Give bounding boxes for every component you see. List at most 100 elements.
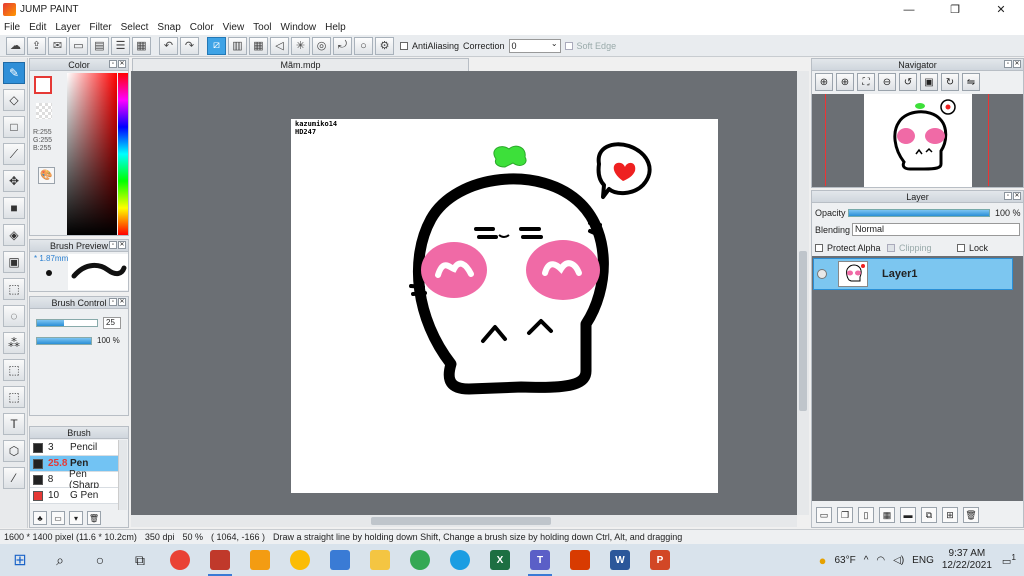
clipping-checkbox[interactable] — [887, 244, 895, 252]
grid-icon[interactable]: ▦ — [132, 36, 151, 55]
duplicate-layer-icon[interactable]: ❐ — [837, 507, 853, 523]
rotate-left-icon[interactable]: ↺ — [899, 73, 917, 91]
layer-row[interactable]: Layer1 — [813, 258, 1013, 290]
pen-tool-icon[interactable]: ✎ — [3, 62, 25, 84]
move-tool-icon[interactable]: ✥ — [3, 170, 25, 192]
merge-layer-icon[interactable]: ⊞ — [942, 507, 958, 523]
volume-icon[interactable]: ◁) — [893, 555, 904, 566]
select-eraser-tool-icon[interactable]: ⬚ — [3, 386, 25, 408]
delete-brush-icon[interactable]: 🗑 — [87, 511, 101, 525]
clock[interactable]: 9:37 AM 12/22/2021 — [942, 548, 992, 572]
select-rect-tool-icon[interactable]: ⬚ — [3, 278, 25, 300]
comment-icon[interactable]: ✉ — [48, 36, 67, 55]
select-pen-tool-icon[interactable]: ⬚ — [3, 359, 25, 381]
lock-checkbox[interactable] — [957, 244, 965, 252]
antialiasing-checkbox[interactable] — [400, 41, 408, 50]
actual-size-icon[interactable]: ▣ — [920, 73, 938, 91]
teams-icon[interactable]: T — [520, 544, 560, 576]
snap-grid-icon[interactable]: ▦ — [249, 36, 268, 55]
brush-item-pen-sharp[interactable]: 8 Pen (Sharp — [30, 469, 118, 491]
text-tool-icon[interactable]: T — [3, 413, 25, 435]
chrome-icon[interactable] — [160, 544, 200, 576]
cloud-icon[interactable]: ☁ — [6, 36, 25, 55]
menu-snap[interactable]: Snap — [157, 22, 180, 33]
eyedropper-tool-icon[interactable]: ⁄ — [3, 467, 25, 489]
canvas-vertical-scrollbar[interactable] — [797, 71, 809, 515]
store-icon[interactable] — [320, 544, 360, 576]
orange-app-icon[interactable] — [240, 544, 280, 576]
menu-tool[interactable]: Tool — [253, 22, 271, 33]
panel-float-icon[interactable]: ▫ — [109, 241, 117, 249]
new-brush-icon[interactable]: ▭ — [51, 511, 65, 525]
menu-select[interactable]: Select — [121, 22, 149, 33]
panel-float-icon[interactable]: ▫ — [1004, 60, 1012, 68]
artboard[interactable]: kazumiko14 HD247 — [291, 119, 718, 493]
maximize-button[interactable]: ❐ — [932, 0, 978, 19]
list-icon[interactable]: ☰ — [111, 36, 130, 55]
wifi-icon[interactable]: ◠ — [876, 555, 885, 566]
line-tool-icon[interactable]: ⟋ — [3, 143, 25, 165]
office-icon[interactable] — [560, 544, 600, 576]
foreground-color-swatch[interactable] — [34, 76, 52, 94]
close-button[interactable]: ✕ — [978, 0, 1024, 19]
search-icon[interactable]: ⌕ — [40, 544, 80, 576]
panel-close-icon[interactable]: ✕ — [118, 60, 126, 68]
brush-settings-icon[interactable]: ♣ — [33, 511, 47, 525]
brush-size-field[interactable]: 25 — [103, 317, 121, 329]
copy-layer-icon[interactable]: ⧉ — [921, 507, 937, 523]
undo-icon[interactable]: ↶ — [159, 36, 178, 55]
menu-help[interactable]: Help — [325, 22, 346, 33]
powerpoint-icon[interactable]: P — [640, 544, 680, 576]
windows-start-icon[interactable]: ⊞ — [0, 544, 40, 576]
snap-parallel-icon[interactable]: ▥ — [228, 36, 247, 55]
new-layer-icon[interactable]: ▭ — [816, 507, 832, 523]
menu-edit[interactable]: Edit — [29, 22, 46, 33]
panel-float-icon[interactable]: ▫ — [109, 60, 117, 68]
file-explorer-icon[interactable] — [360, 544, 400, 576]
language-indicator[interactable]: ENG — [912, 555, 934, 566]
fill-rect-tool-icon[interactable]: ■ — [3, 197, 25, 219]
weather-icon[interactable]: ● — [819, 553, 827, 568]
rectangle-tool-icon[interactable]: □ — [3, 116, 25, 138]
blending-select[interactable]: Normal — [852, 223, 1020, 236]
tray-overflow-icon[interactable]: ^ — [864, 555, 869, 566]
operation-tool-icon[interactable]: ⬡ — [3, 440, 25, 462]
folder-icon[interactable]: ▬ — [900, 507, 916, 523]
palette-icon[interactable]: 🎨 — [38, 167, 55, 184]
temperature[interactable]: 63°F — [834, 555, 855, 566]
magic-wand-tool-icon[interactable]: ⁂ — [3, 332, 25, 354]
layer-opacity-slider[interactable] — [848, 209, 990, 217]
brush-menu-icon[interactable]: ▾ — [69, 511, 83, 525]
brush-list-scrollbar[interactable] — [118, 440, 127, 510]
chrome-icon[interactable] — [280, 544, 320, 576]
menu-layer[interactable]: Layer — [55, 22, 80, 33]
menu-file[interactable]: File — [4, 22, 20, 33]
delete-layer-icon[interactable]: 🗑 — [963, 507, 979, 523]
tone-layer-icon[interactable]: ▦ — [879, 507, 895, 523]
snap-radial-icon[interactable]: ✳ — [291, 36, 310, 55]
snap-settings-icon[interactable]: ⚙ — [375, 36, 394, 55]
navigator-view[interactable] — [812, 94, 1023, 187]
lasso-tool-icon[interactable]: ◌ — [3, 305, 25, 327]
document-tab[interactable]: Mãm.mdp — [132, 58, 469, 71]
brush-item-pencil[interactable]: 3 Pencil — [30, 440, 118, 456]
new-layer-folder-icon[interactable]: ▯ — [858, 507, 874, 523]
correction-select[interactable]: 0 — [508, 38, 561, 53]
panel-float-icon[interactable]: ▫ — [109, 298, 117, 306]
edge-icon[interactable] — [440, 544, 480, 576]
menu-view[interactable]: View — [223, 22, 245, 33]
panel-close-icon[interactable]: ✕ — [118, 298, 126, 306]
minimize-button[interactable]: — — [886, 0, 932, 19]
eraser-tool-icon[interactable]: ◇ — [3, 89, 25, 111]
gradient-tool-icon[interactable]: ▣ — [3, 251, 25, 273]
rotate-right-icon[interactable]: ↻ — [941, 73, 959, 91]
fit-view-icon[interactable]: ⛶ — [857, 73, 875, 91]
notifications-icon[interactable]: ▭1 — [1002, 552, 1016, 567]
brush-opacity-slider[interactable] — [36, 337, 92, 345]
snap-curve-icon[interactable]: ⤾ — [333, 36, 352, 55]
menu-filter[interactable]: Filter — [89, 22, 111, 33]
panel-close-icon[interactable]: ✕ — [1013, 60, 1021, 68]
brush-item-g-pen[interactable]: 10 G Pen — [30, 488, 118, 504]
excel-icon[interactable]: X — [480, 544, 520, 576]
flip-icon[interactable]: ⇋ — [962, 73, 980, 91]
